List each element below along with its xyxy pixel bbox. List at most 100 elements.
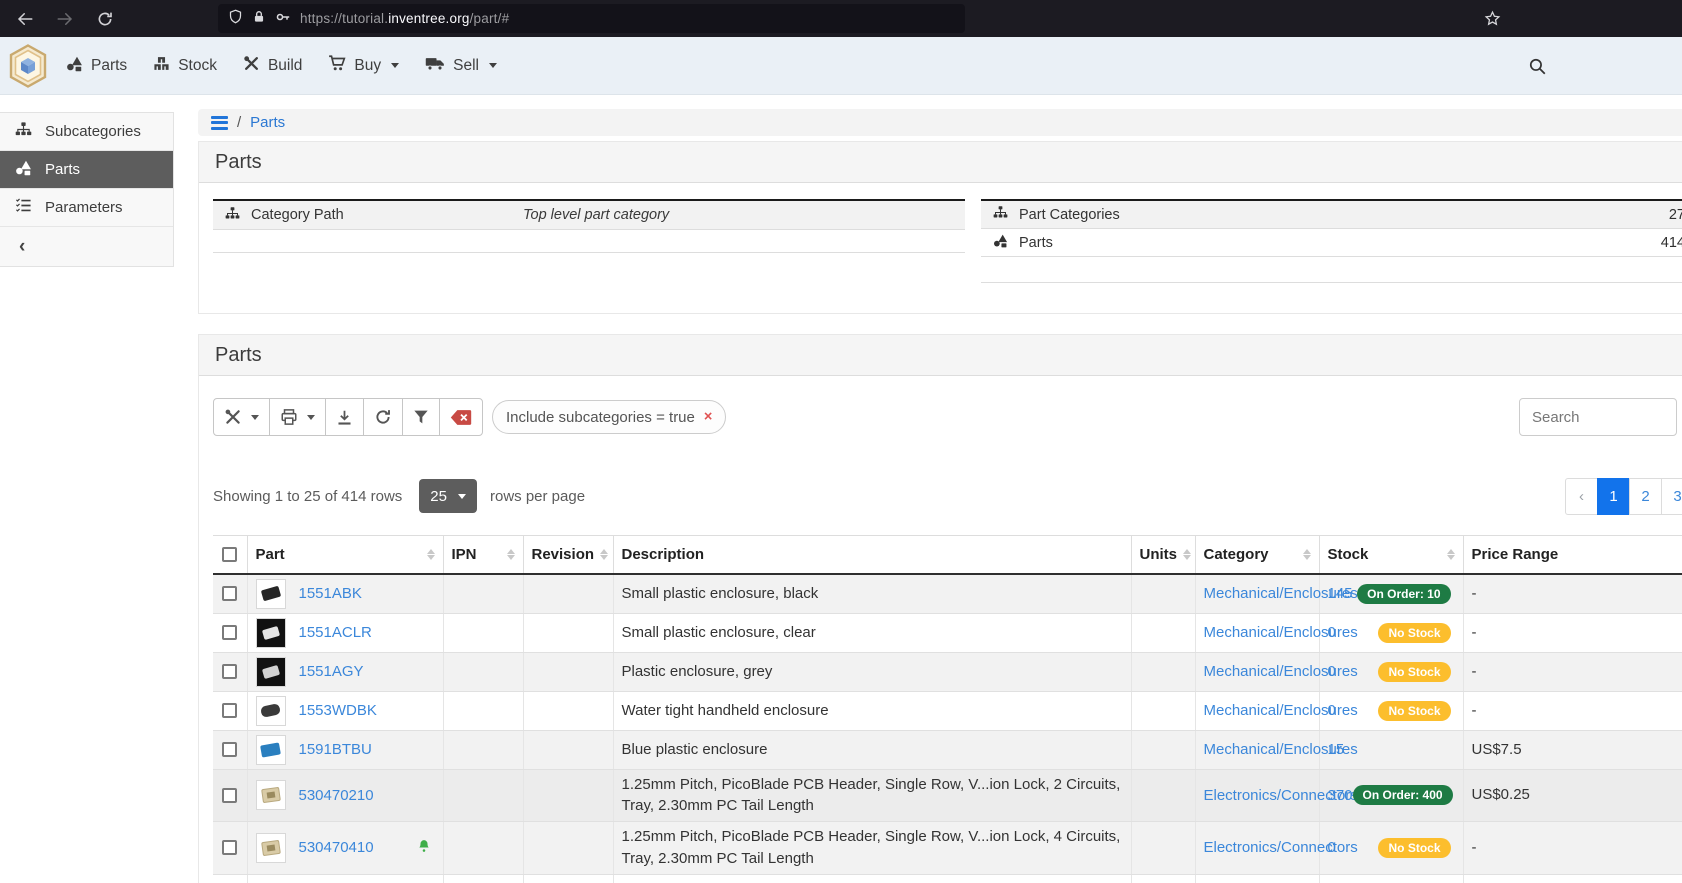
menu-icon[interactable]: [211, 116, 228, 130]
pagination-page-2[interactable]: 2: [1629, 478, 1662, 515]
sitemap-icon: [993, 205, 1008, 224]
showing-rows-text: Showing 1 to 25 of 414 rows: [213, 488, 402, 505]
key-icon[interactable]: [275, 9, 291, 29]
stock-link[interactable]: 0: [1328, 663, 1336, 680]
sitemap-icon: [225, 206, 240, 225]
sort-icon[interactable]: [1177, 549, 1191, 560]
bookmark-star-icon[interactable]: [1484, 10, 1501, 31]
part-link[interactable]: 1553WDBK: [299, 702, 377, 719]
part-thumbnail[interactable]: [256, 657, 286, 687]
sidebar-item-parameters[interactable]: Parameters: [0, 189, 173, 227]
part-link[interactable]: 530470210: [299, 787, 374, 804]
boxes-icon: [153, 55, 170, 77]
stock-link[interactable]: 145: [1328, 585, 1353, 602]
table-row[interactable]: 1551AGY Plastic enclosure, grey Mechanic…: [213, 652, 1682, 691]
overview-panel: Parts Category Path Top level part categ…: [198, 141, 1682, 314]
row-checkbox[interactable]: [222, 788, 237, 803]
actions-dropdown-button[interactable]: [213, 398, 270, 436]
stock-link[interactable]: 0: [1328, 624, 1336, 641]
table-row[interactable]: 1551ACLR Small plastic enclosure, clear …: [213, 613, 1682, 652]
forward-icon[interactable]: [56, 10, 74, 28]
chevron-down-icon: [489, 63, 497, 68]
part-thumbnail[interactable]: [256, 618, 286, 648]
sort-icon[interactable]: [1441, 549, 1455, 560]
clear-filters-button[interactable]: [439, 398, 483, 436]
sidebar-item-subcategories[interactable]: Subcategories: [0, 113, 173, 151]
sidebar-item-parts[interactable]: Parts: [0, 151, 173, 189]
main-content: / Parts Parts Category Path Top level pa…: [198, 95, 1682, 883]
nav-item-stock[interactable]: Stock: [153, 55, 217, 77]
stock-link[interactable]: 370: [1328, 787, 1353, 804]
stock-link[interactable]: 0: [1328, 839, 1336, 856]
table-row[interactable]: 530470410 1.25mm Pitch, PicoBlade PCB He…: [213, 822, 1682, 875]
row-checkbox[interactable]: [222, 703, 237, 718]
search-input[interactable]: [1519, 398, 1677, 436]
lock-icon[interactable]: [252, 10, 266, 28]
row-checkbox[interactable]: [222, 664, 237, 679]
part-thumbnail[interactable]: [256, 696, 286, 726]
status-badge: No Stock: [1378, 662, 1450, 682]
nav-label: Build: [268, 57, 302, 75]
shield-icon[interactable]: [228, 9, 243, 28]
part-thumbnail[interactable]: [256, 833, 286, 863]
nav-item-build[interactable]: Build: [243, 55, 302, 77]
shapes-icon: [15, 159, 32, 180]
sidebar-item-label: Subcategories: [45, 123, 141, 140]
nav-item-buy[interactable]: Buy: [328, 54, 399, 77]
stat-label: Part Categories: [1019, 207, 1120, 223]
filter-button[interactable]: [402, 398, 440, 436]
pagination-page-1[interactable]: 1: [1597, 478, 1630, 515]
sort-icon[interactable]: [421, 549, 435, 560]
rows-per-page-label: rows per page: [490, 488, 585, 505]
table-row[interactable]: 1551ABK Small plastic enclosure, black M…: [213, 574, 1682, 614]
sort-icon[interactable]: [594, 549, 608, 560]
part-thumbnail[interactable]: [256, 780, 286, 810]
table-row[interactable]: 1553WDBK Water tight handheld enclosure …: [213, 691, 1682, 730]
part-description: Water tight handheld enclosure: [622, 700, 1123, 722]
price-range: US$0.25: [1472, 784, 1594, 806]
sidebar-collapse-button[interactable]: ‹: [0, 227, 173, 266]
price-range: -: [1472, 837, 1594, 859]
breadcrumb-link-parts[interactable]: Parts: [250, 114, 285, 131]
truck-icon: [425, 55, 445, 77]
pagination-page-3[interactable]: 3: [1661, 478, 1682, 515]
table-row[interactable]: 1591BTBU Blue plastic enclosure Mechanic…: [213, 730, 1682, 769]
table-row[interactable]: Blue Chair$ A chair - with blue paint Fu…: [213, 874, 1682, 883]
print-dropdown-button[interactable]: [269, 398, 326, 436]
inventree-logo[interactable]: [8, 44, 48, 88]
remove-filter-icon[interactable]: ×: [704, 409, 712, 425]
page-size-dropdown[interactable]: 25: [419, 479, 477, 513]
empty-row: [981, 257, 1682, 283]
stock-link[interactable]: 0: [1328, 702, 1336, 719]
part-link[interactable]: 1551AGY: [299, 663, 364, 680]
list-check-icon: [15, 197, 32, 218]
back-icon[interactable]: [16, 10, 34, 28]
reload-icon[interactable]: [96, 10, 114, 28]
sort-icon[interactable]: [1297, 549, 1311, 560]
list-info-row: Showing 1 to 25 of 414 rows 25 rows per …: [213, 478, 1682, 514]
download-button[interactable]: [325, 398, 364, 436]
part-link[interactable]: 1591BTBU: [299, 741, 372, 758]
nav-item-parts[interactable]: Parts: [66, 55, 127, 77]
part-link[interactable]: 530470410: [299, 839, 374, 856]
status-badge: No Stock: [1378, 623, 1450, 643]
stock-link[interactable]: 15: [1328, 741, 1345, 758]
pagination-prev[interactable]: ‹: [1565, 478, 1598, 515]
sort-icon[interactable]: [501, 549, 515, 560]
row-checkbox[interactable]: [222, 742, 237, 757]
row-checkbox[interactable]: [222, 586, 237, 601]
browser-toolbar: https://tutorial.inventree.org/part/#: [0, 0, 1682, 37]
part-thumbnail[interactable]: [256, 735, 286, 765]
nav-item-sell[interactable]: Sell: [425, 55, 497, 77]
part-link[interactable]: 1551ABK: [299, 585, 362, 602]
search-icon[interactable]: [1528, 57, 1547, 80]
row-checkbox[interactable]: [222, 625, 237, 640]
table-row[interactable]: 530470210 1.25mm Pitch, PicoBlade PCB He…: [213, 769, 1682, 822]
url-bar[interactable]: https://tutorial.inventree.org/part/#: [218, 4, 965, 33]
row-checkbox[interactable]: [222, 840, 237, 855]
part-thumbnail[interactable]: [256, 579, 286, 609]
part-link[interactable]: 1551ACLR: [299, 624, 372, 641]
refresh-button[interactable]: [363, 398, 403, 436]
price-range: -: [1472, 622, 1594, 644]
select-all-checkbox[interactable]: [222, 547, 237, 562]
